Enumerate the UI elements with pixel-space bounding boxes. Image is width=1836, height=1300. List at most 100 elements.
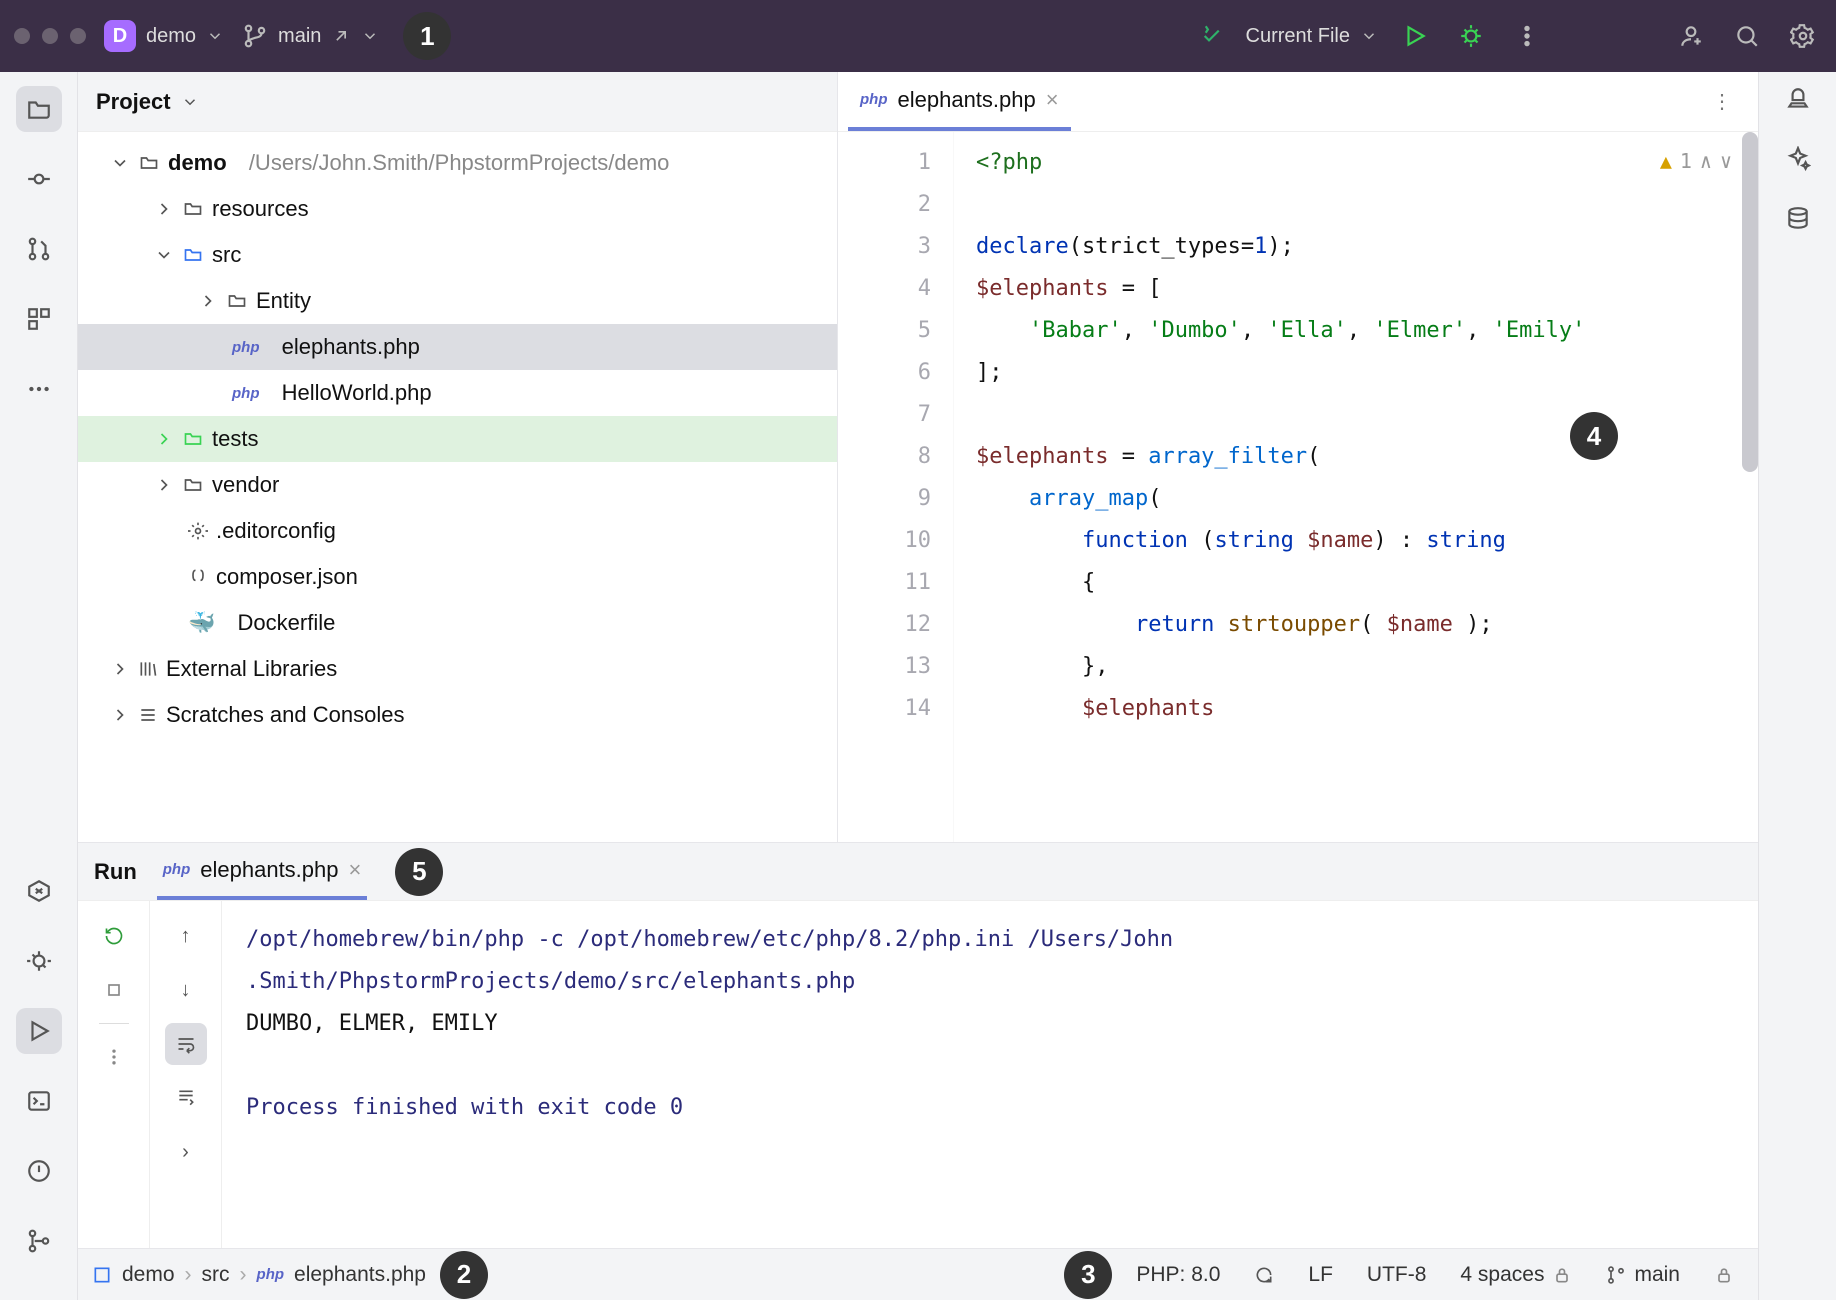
php-file-icon: php (232, 385, 260, 402)
rerun-button[interactable] (93, 915, 135, 957)
folder-icon (182, 199, 204, 219)
scroll-to-end-button[interactable] (165, 1077, 207, 1119)
status-encoding[interactable]: UTF-8 (1357, 1263, 1437, 1287)
docker-icon: 🐳 (188, 610, 215, 636)
more-tool-button[interactable] (16, 366, 62, 412)
notifications-button[interactable] (1785, 86, 1811, 118)
project-header-title: Project (96, 89, 171, 115)
chevron-right-icon (110, 659, 130, 679)
settings-button[interactable] (1784, 17, 1822, 55)
run-more-button[interactable] (93, 1036, 135, 1078)
php-run-icon: php (163, 861, 191, 878)
tree-item-hello[interactable]: php HelloWorld.php (78, 370, 837, 416)
debug-tool-button[interactable] (16, 938, 62, 984)
branch-name: main (278, 25, 321, 48)
tree-item-src[interactable]: src (78, 232, 837, 278)
stop-button[interactable] (93, 969, 135, 1011)
vcs-tool-button[interactable] (16, 1218, 62, 1264)
run-toolbar-left (78, 901, 150, 1248)
arrow-up-right-icon (331, 26, 351, 46)
editor-tabs-more[interactable]: ⋮ (1696, 89, 1748, 114)
vcs-branch-selector[interactable]: main (242, 23, 379, 49)
up-button[interactable]: ↑ (165, 915, 207, 957)
run-tool-button[interactable] (16, 1008, 62, 1054)
run-header: Run phpelephants.php× 5 (78, 843, 1758, 901)
tree-item-docker[interactable]: 🐳 Dockerfile (78, 600, 837, 646)
close-icon[interactable]: × (1046, 87, 1059, 113)
tree-label: resources (212, 196, 309, 222)
editor-scrollbar[interactable] (1742, 132, 1758, 472)
tree-label: Scratches and Consoles (166, 702, 404, 728)
status-lock-icon[interactable] (1704, 1265, 1744, 1285)
project-tool-button[interactable] (16, 86, 62, 132)
editor-tab-elephants[interactable]: php elephants.php × (848, 72, 1071, 131)
breadcrumb[interactable]: demo› src› php elephants.php (92, 1263, 426, 1287)
more-actions-button[interactable] (1508, 17, 1546, 55)
next-icon[interactable]: ∨ (1720, 140, 1732, 182)
expand-button[interactable]: › (165, 1131, 207, 1173)
callout-3: 3 (1064, 1251, 1112, 1299)
down-button[interactable]: ↓ (165, 969, 207, 1011)
tree-item-editorconfig[interactable]: .editorconfig (78, 508, 837, 554)
php-file-icon: php (232, 339, 260, 356)
prev-icon[interactable]: ∧ (1700, 140, 1712, 182)
database-button[interactable] (1785, 206, 1811, 238)
project-tool-window: Project demo /Users/John.Smith/PhpstormP… (78, 72, 838, 842)
run-tab-label: elephants.php (200, 857, 338, 883)
maximize-window-icon[interactable] (70, 28, 86, 44)
status-indent[interactable]: 4 spaces (1450, 1263, 1582, 1287)
close-icon[interactable]: × (349, 857, 362, 883)
callout-4: 4 (1570, 412, 1618, 460)
project-selector[interactable]: D demo (104, 20, 224, 52)
run-button[interactable] (1396, 17, 1434, 55)
pull-requests-tool-button[interactable] (16, 226, 62, 272)
tree-item-composer[interactable]: composer.json (78, 554, 837, 600)
php-file-icon: php (860, 91, 888, 108)
project-header[interactable]: Project (78, 72, 837, 132)
tree-root[interactable]: demo /Users/John.Smith/PhpstormProjects/… (78, 140, 837, 186)
tree-item-elephants[interactable]: php elephants.php (78, 324, 837, 370)
tree-item-ext-libs[interactable]: External Libraries (78, 646, 837, 692)
build-button[interactable] (1190, 17, 1228, 55)
problems-tool-button[interactable] (16, 1148, 62, 1194)
run-config-selector[interactable]: Current File (1246, 25, 1378, 48)
project-tree[interactable]: demo /Users/John.Smith/PhpstormProjects/… (78, 132, 837, 746)
chevron-down-icon (361, 27, 379, 45)
chevron-down-icon (181, 93, 199, 111)
services-tool-button[interactable] (16, 868, 62, 914)
terminal-tool-button[interactable] (16, 1078, 62, 1124)
debug-button[interactable] (1452, 17, 1490, 55)
status-branch[interactable]: main (1596, 1263, 1690, 1287)
tree-item-entity[interactable]: Entity (78, 278, 837, 324)
status-line-ending[interactable]: LF (1298, 1263, 1343, 1287)
status-sync-icon[interactable] (1244, 1265, 1284, 1285)
tree-item-vendor[interactable]: vendor (78, 462, 837, 508)
minimize-window-icon[interactable] (42, 28, 58, 44)
tree-label: .editorconfig (216, 518, 336, 544)
branch-icon (242, 23, 268, 49)
run-tab[interactable]: php elephants.php × (157, 843, 368, 900)
console-line: /opt/homebrew/bin/php -c /opt/homebrew/e… (246, 919, 1734, 961)
tree-item-resources[interactable]: resources (78, 186, 837, 232)
ai-assistant-button[interactable] (1785, 146, 1811, 178)
json-icon (188, 567, 208, 587)
search-button[interactable] (1728, 17, 1766, 55)
code-area[interactable]: <?php declare(strict_types=1); $elephant… (954, 132, 1758, 842)
structure-tool-button[interactable] (16, 296, 62, 342)
scratch-icon (138, 705, 158, 725)
project-name: demo (146, 25, 196, 48)
status-php[interactable]: PHP: 8.0 (1126, 1263, 1230, 1287)
crumb-src: src (202, 1263, 230, 1287)
tree-label: External Libraries (166, 656, 337, 682)
right-tool-rail (1758, 72, 1836, 1300)
inspection-widget[interactable]: ▲1∧∨ (1660, 140, 1732, 182)
tree-item-tests[interactable]: tests (78, 416, 837, 462)
commit-tool-button[interactable] (16, 156, 62, 202)
code-with-me-button[interactable] (1672, 17, 1710, 55)
close-window-icon[interactable] (14, 28, 30, 44)
project-badge-icon: D (104, 20, 136, 52)
code-editor[interactable]: 1234567891011121314 <?php declare(strict… (838, 132, 1758, 842)
tree-item-scratches[interactable]: Scratches and Consoles (78, 692, 837, 738)
soft-wrap-button[interactable] (165, 1023, 207, 1065)
run-console[interactable]: /opt/homebrew/bin/php -c /opt/homebrew/e… (222, 901, 1758, 1248)
